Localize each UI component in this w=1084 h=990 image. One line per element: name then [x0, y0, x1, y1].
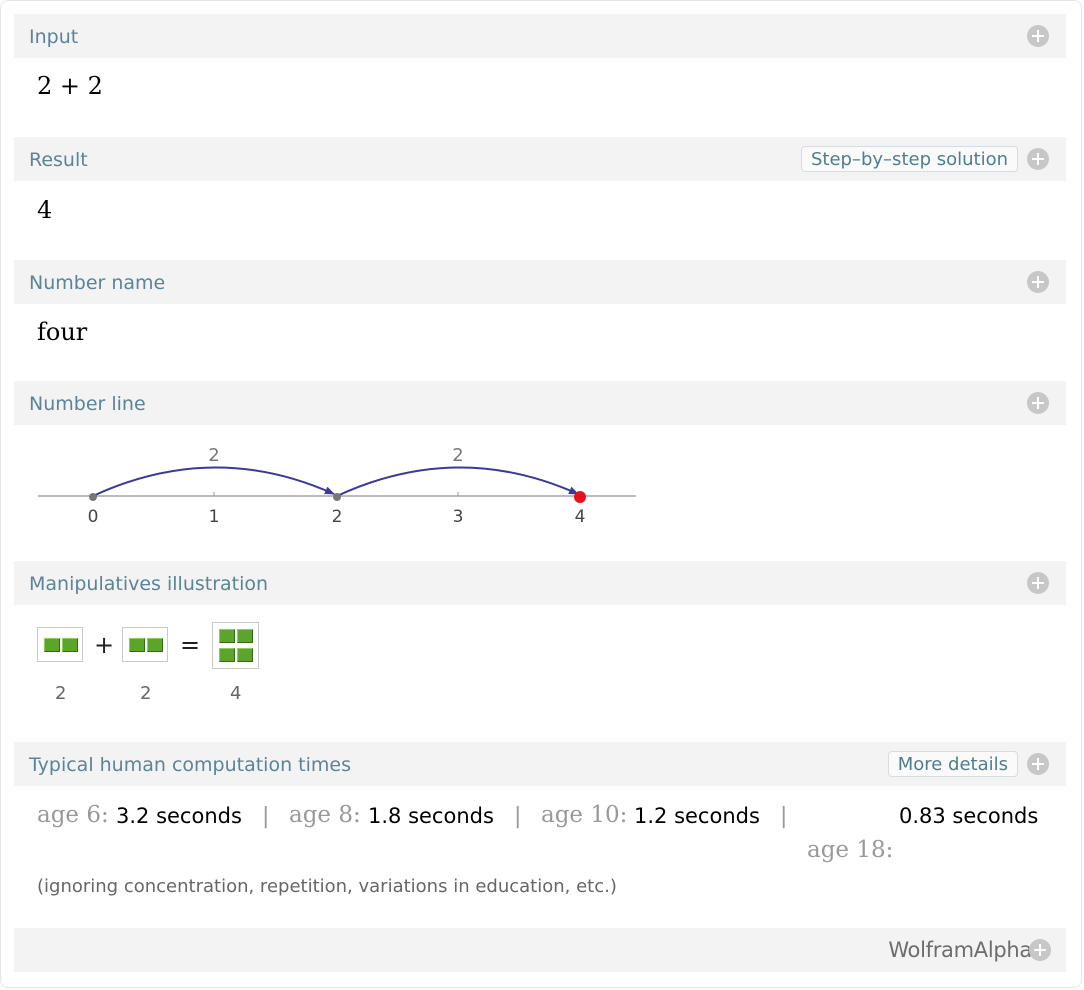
time-value: 1.2 seconds — [634, 804, 760, 828]
jump-arc-1 — [92, 466, 335, 497]
wolframalpha-logo[interactable]: WolframAlpha — [888, 938, 1032, 962]
block — [237, 648, 253, 662]
tick-label-2: 2 — [332, 507, 343, 527]
manipulative-group-2 — [122, 627, 168, 662]
block — [62, 638, 78, 652]
pod-header-number-name: Number name — [14, 260, 1066, 304]
more-details-button[interactable]: More details — [887, 751, 1018, 777]
pod-title-number-name: Number name — [29, 272, 166, 294]
computation-note: (ignoring concentration, repetition, var… — [37, 876, 617, 897]
middle-point — [333, 493, 341, 501]
plus-sign: + — [94, 631, 115, 659]
number-name-value: four — [37, 318, 88, 346]
result-value: 4 — [37, 196, 53, 224]
block — [147, 638, 163, 652]
manipulative-group-1 — [37, 627, 83, 662]
pod-header-manipulatives: Manipulatives illustration — [14, 561, 1066, 605]
jump-label-1: 2 — [208, 445, 219, 466]
input-value: 2 + 2 — [37, 72, 103, 100]
number-line-graphic: 2 2 0 1 2 3 4 — [38, 445, 636, 527]
block — [44, 638, 60, 652]
pod-title-result: Result — [29, 149, 88, 171]
time-value: 3.2 seconds — [116, 804, 242, 828]
separator: | — [780, 804, 788, 829]
age-label: age 18: — [807, 837, 894, 863]
manipulative-label-1: 2 — [55, 683, 67, 704]
expand-result-icon[interactable] — [1027, 148, 1049, 170]
tick-label-3: 3 — [453, 507, 464, 527]
expand-number-name-icon[interactable] — [1027, 271, 1049, 293]
age-label: age 10: — [541, 802, 628, 828]
expand-number-line-icon[interactable] — [1027, 392, 1049, 414]
pod-header-computation-times: Typical human computation times More det… — [14, 742, 1066, 786]
expand-manipulatives-icon[interactable] — [1027, 572, 1049, 594]
jump-label-2: 2 — [452, 445, 463, 466]
manipulative-label-result: 4 — [230, 683, 242, 704]
pod-title-manipulatives: Manipulatives illustration — [29, 573, 269, 595]
pod-title-input: Input — [29, 26, 79, 48]
expand-computation-times-icon[interactable] — [1027, 753, 1049, 775]
tick-label-0: 0 — [88, 507, 99, 527]
tick-label-4: 4 — [575, 507, 586, 527]
pod-header-input: Input — [14, 14, 1066, 58]
block — [129, 638, 145, 652]
equals-sign: = — [180, 631, 201, 659]
start-point — [89, 493, 97, 501]
block — [219, 629, 235, 643]
time-value: 0.83 seconds — [899, 804, 1039, 828]
block — [237, 629, 253, 643]
pod-header-number-line: Number line — [14, 381, 1066, 425]
pod-title-computation-times: Typical human computation times — [29, 754, 351, 776]
block — [219, 648, 235, 662]
age-label: age 6: — [37, 802, 109, 828]
step-by-step-button[interactable]: Step–by–step solution — [801, 146, 1018, 172]
expand-input-icon[interactable] — [1027, 25, 1049, 47]
jump-arc-2 — [336, 466, 579, 497]
manipulative-group-result — [212, 622, 259, 669]
age-label: age 8: — [289, 802, 361, 828]
time-value: 1.8 seconds — [368, 804, 494, 828]
pod-title-number-line: Number line — [29, 393, 146, 415]
end-point — [574, 491, 586, 503]
pod-header-result: Result Step–by–step solution — [14, 137, 1066, 181]
separator: | — [514, 804, 522, 829]
manipulative-label-2: 2 — [140, 683, 152, 704]
separator: | — [262, 804, 270, 829]
tick-label-1: 1 — [209, 507, 220, 527]
footer-plus-icon[interactable] — [1029, 939, 1051, 961]
